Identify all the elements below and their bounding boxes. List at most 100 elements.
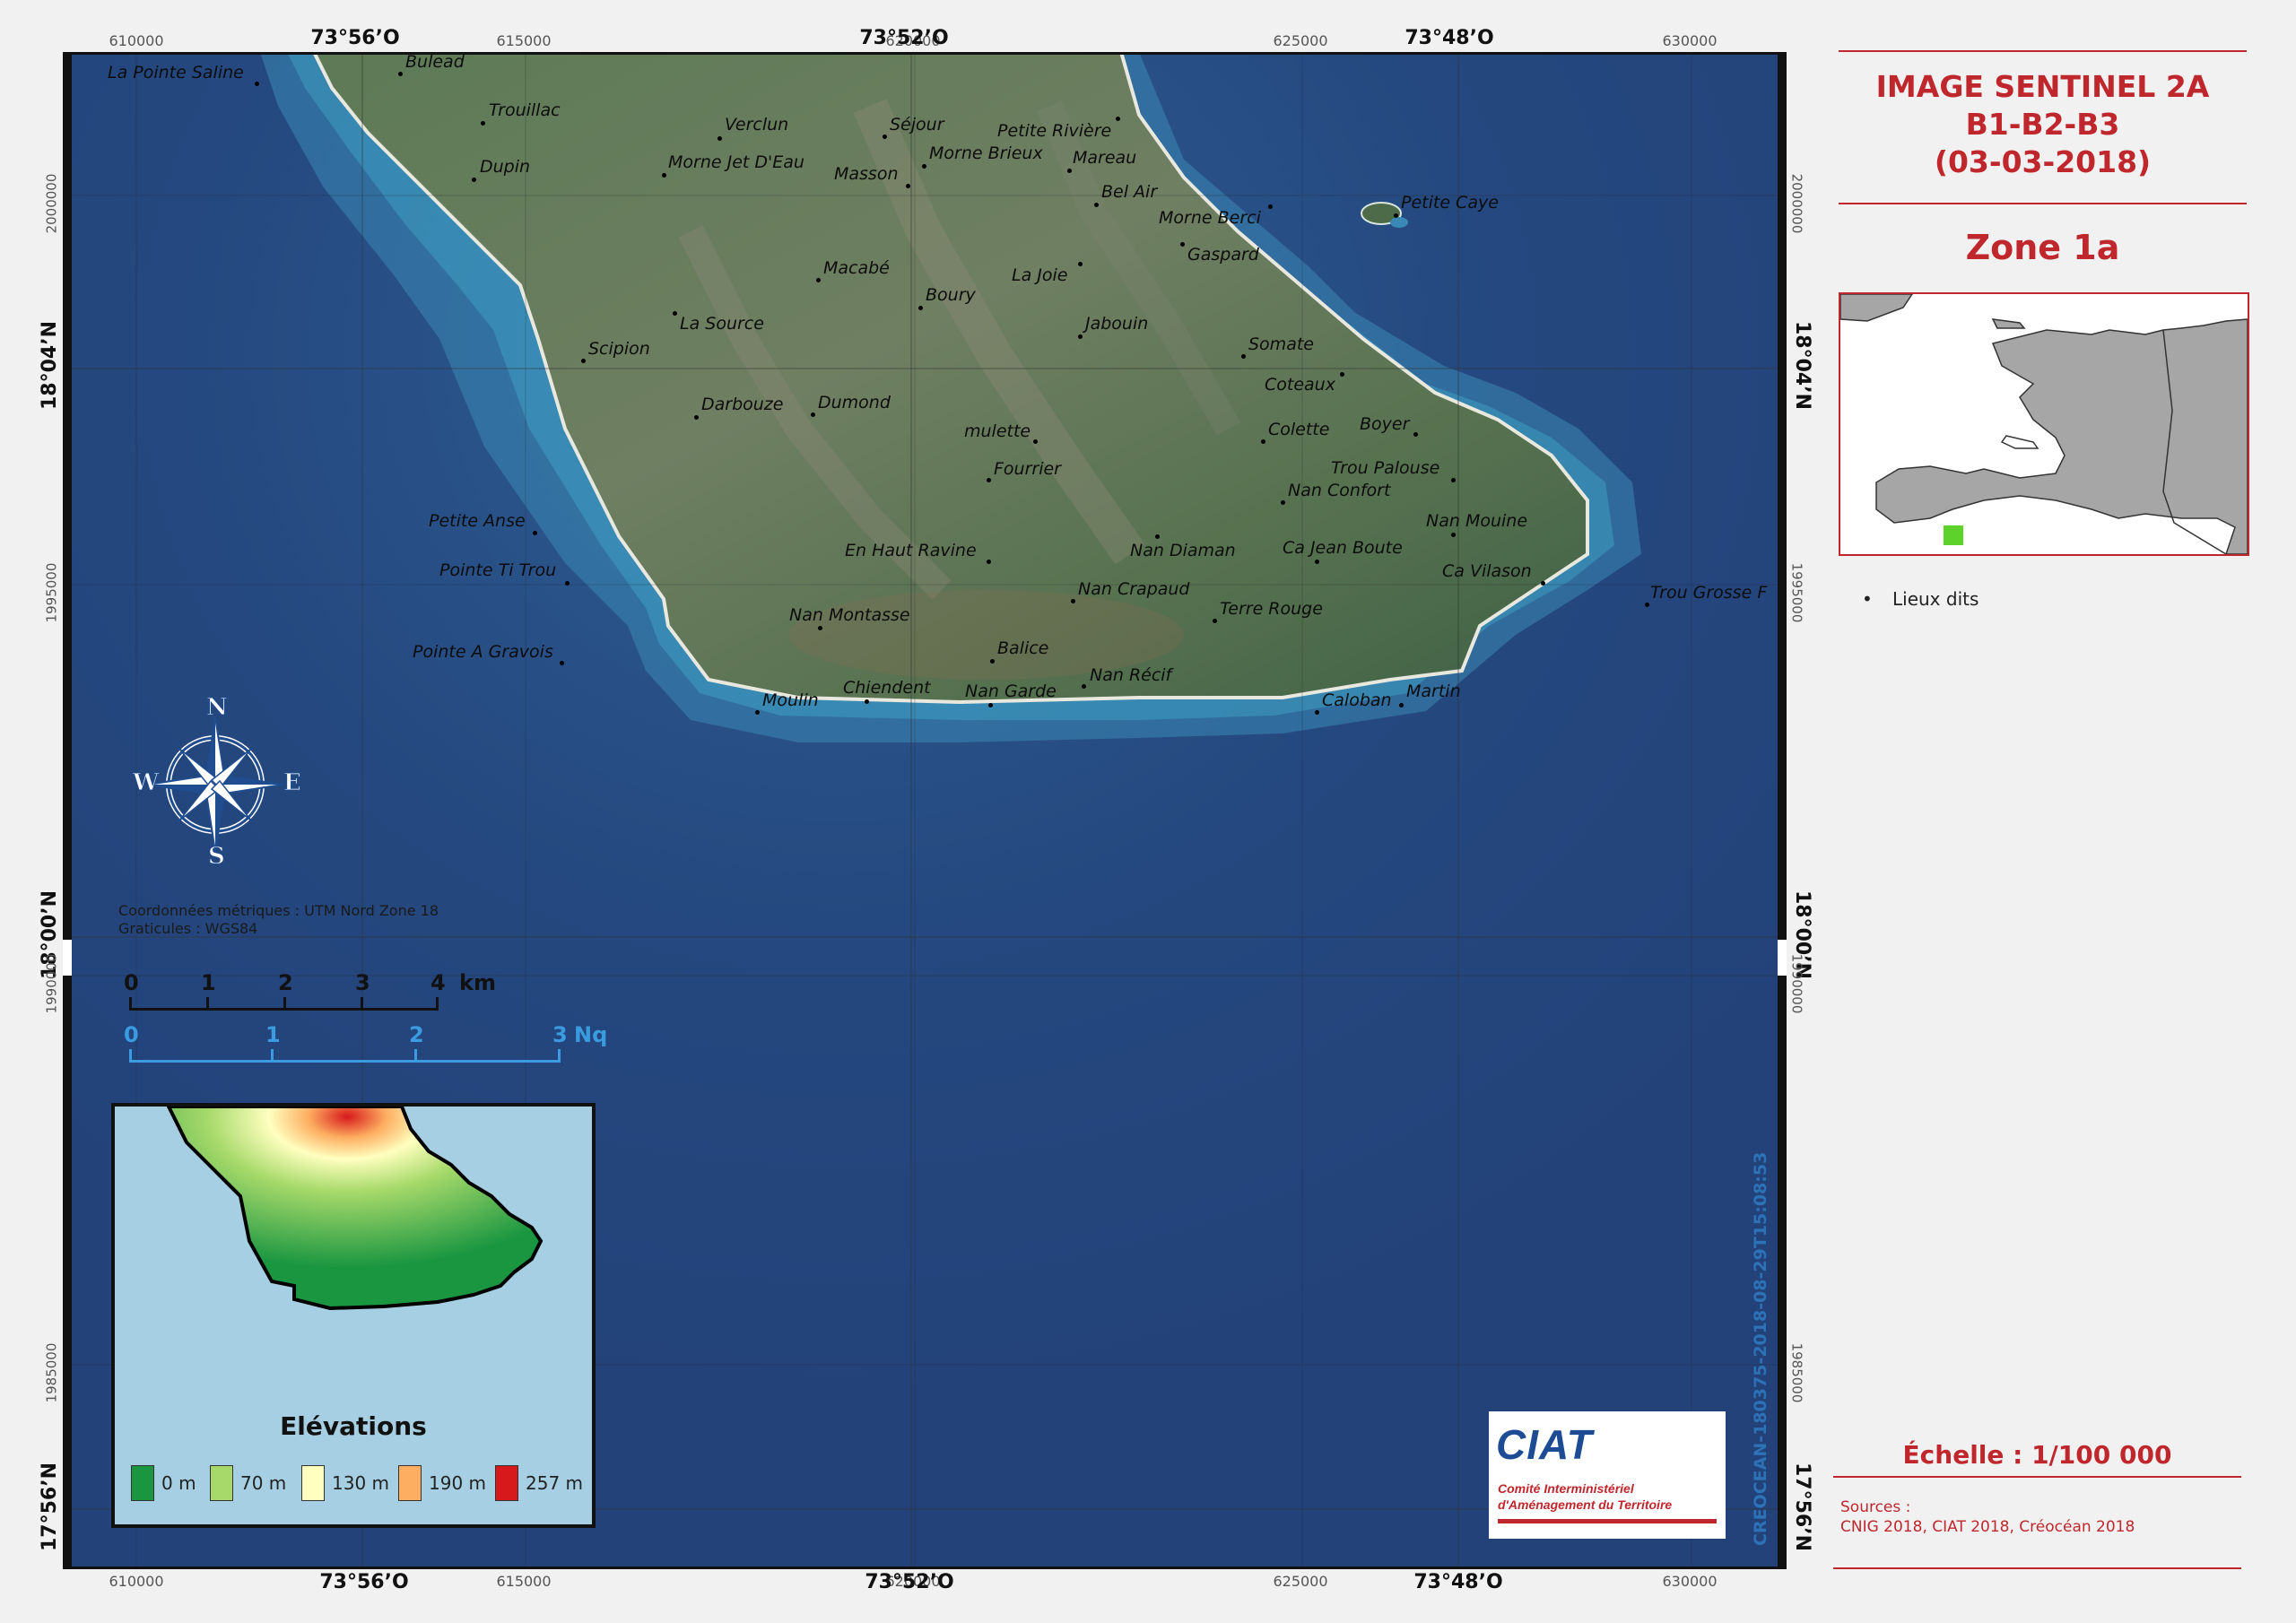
compass-e: E bbox=[283, 769, 302, 797]
northing-label: 1990000 bbox=[1788, 953, 1805, 1014]
place-dot bbox=[990, 659, 995, 664]
longitude-label: 73°52’O bbox=[865, 1571, 954, 1593]
place-dot bbox=[1078, 334, 1083, 339]
place-dot bbox=[1241, 354, 1246, 359]
legend-label: 130 m bbox=[332, 1472, 390, 1494]
legend-label: 257 m bbox=[526, 1472, 584, 1494]
place-label: La Source bbox=[680, 314, 764, 334]
place-label: Morne Jet D'Eau bbox=[668, 152, 804, 172]
scale-km-tick: 2 bbox=[278, 970, 293, 995]
projection-note: Coordonnées métriques : UTM Nord Zone 18… bbox=[118, 902, 439, 938]
place-dot bbox=[755, 710, 760, 715]
legend-label: 190 m bbox=[429, 1472, 487, 1494]
place-label: Somate bbox=[1248, 334, 1314, 354]
scale-text: Échelle : 1/100 000 bbox=[1902, 1440, 2172, 1470]
northing-label: 1985000 bbox=[1788, 1342, 1805, 1403]
elevation-title: Elévations bbox=[280, 1411, 427, 1441]
elevation-legend: 0 m 70 m 130 m 190 m 257 m bbox=[131, 1465, 588, 1510]
place-label: Nan Diaman bbox=[1130, 541, 1236, 560]
place-dot bbox=[1281, 500, 1285, 505]
legend-swatch bbox=[131, 1465, 154, 1501]
logo-name: CIAT bbox=[1496, 1421, 1593, 1468]
compass-rose: N S W E bbox=[126, 694, 305, 871]
legend-label: 70 m bbox=[240, 1472, 287, 1494]
elevation-inset: Elévations 0 m 70 m 130 m 190 m 257 m bbox=[111, 1103, 596, 1528]
place-label: Dumond bbox=[818, 393, 891, 412]
place-dot bbox=[398, 72, 403, 76]
place-dot bbox=[1071, 599, 1075, 603]
place-dot bbox=[662, 173, 666, 178]
place-label: Gaspard bbox=[1187, 245, 1259, 265]
scale-nq-tick: 2 bbox=[409, 1022, 424, 1047]
place-dot bbox=[560, 661, 564, 665]
place-dot bbox=[816, 278, 821, 282]
place-dot bbox=[1094, 203, 1099, 207]
scale-km-unit: km bbox=[459, 970, 496, 995]
place-dot bbox=[987, 560, 991, 564]
place-dot bbox=[883, 135, 887, 139]
latitude-label: 17°56’N bbox=[1791, 1462, 1813, 1551]
place-label: Trouillac bbox=[489, 100, 561, 120]
place-dot bbox=[1155, 534, 1160, 539]
logo-line: Comité Interministériel bbox=[1498, 1481, 1634, 1496]
place-label: Bel Air bbox=[1101, 182, 1158, 202]
place-label: Dupin bbox=[480, 157, 531, 177]
place-label: Petite Caye bbox=[1401, 193, 1499, 213]
place-label: Darbouze bbox=[701, 395, 784, 414]
place-label: Trou Grosse F bbox=[1650, 583, 1768, 603]
place-dot bbox=[581, 359, 586, 363]
zone-title: Zone 1a bbox=[1965, 228, 2120, 267]
place-dot bbox=[1340, 372, 1344, 377]
projection-line: Coordonnées métriques : UTM Nord Zone 18 bbox=[118, 902, 439, 919]
place-label: mulette bbox=[964, 421, 1031, 441]
place-dot bbox=[1394, 213, 1398, 218]
longitude-label: 73°56’O bbox=[310, 27, 400, 49]
place-dot bbox=[1033, 439, 1038, 444]
zone-marker bbox=[1944, 525, 1963, 545]
creocean-stamp: CREOCEAN-180375-2018-08-29T15:08:53 bbox=[1751, 1151, 1770, 1546]
longitude-label: 73°56’O bbox=[319, 1571, 409, 1593]
place-label: Ca Vilason bbox=[1442, 561, 1532, 581]
place-dot bbox=[906, 184, 910, 188]
scale-km-tick: 1 bbox=[201, 970, 216, 995]
legend-swatch bbox=[210, 1465, 233, 1501]
place-label: Masson bbox=[834, 164, 899, 184]
place-dot bbox=[1315, 710, 1319, 715]
place-label: Pointe A Gravois bbox=[413, 642, 553, 662]
left-frame-bar bbox=[63, 52, 72, 1569]
place-dot bbox=[1261, 439, 1265, 444]
place-label: Nan Montasse bbox=[789, 605, 910, 625]
place-label: Nan Mouine bbox=[1426, 511, 1528, 531]
place-dot bbox=[1645, 603, 1649, 607]
place-dot bbox=[922, 164, 926, 169]
easting-label: 630000 bbox=[1662, 1573, 1718, 1590]
easting-label: 625000 bbox=[1273, 1573, 1328, 1590]
title-rule bbox=[1839, 203, 2247, 204]
place-dot bbox=[718, 136, 722, 141]
place-label: Petite Anse bbox=[429, 511, 526, 531]
title-line: (03-03-2018) bbox=[1934, 144, 2152, 179]
place-label: Mareau bbox=[1073, 148, 1137, 168]
legend-swatch bbox=[301, 1465, 325, 1501]
place-label: Jabouin bbox=[1085, 314, 1149, 334]
northing-label: 1990000 bbox=[43, 953, 60, 1014]
place-label: Colette bbox=[1268, 420, 1330, 439]
scale-nq-tick: 0 bbox=[124, 1022, 139, 1047]
place-label: Balice bbox=[997, 638, 1049, 658]
scale-nq-tick: 1 bbox=[265, 1022, 281, 1047]
place-label: Ca Jean Boute bbox=[1283, 538, 1403, 558]
legend-swatch bbox=[398, 1465, 422, 1501]
scale-nq-tick: 3 bbox=[552, 1022, 568, 1047]
legend-bullet: • bbox=[1862, 588, 1873, 610]
place-dot bbox=[1213, 619, 1217, 623]
title-line: IMAGE SENTINEL 2A bbox=[1875, 69, 2210, 104]
place-label: Pointe Ti Trou bbox=[439, 560, 557, 580]
northing-label: 2000000 bbox=[43, 173, 60, 234]
location-inset bbox=[1839, 292, 2249, 556]
projection-line: Graticules : WGS84 bbox=[118, 920, 258, 937]
place-label: Nan Garde bbox=[965, 681, 1057, 701]
place-dot bbox=[1082, 684, 1086, 689]
place-dot bbox=[472, 178, 476, 182]
place-dot bbox=[1451, 478, 1456, 482]
place-label: Morne Berci bbox=[1159, 208, 1261, 228]
